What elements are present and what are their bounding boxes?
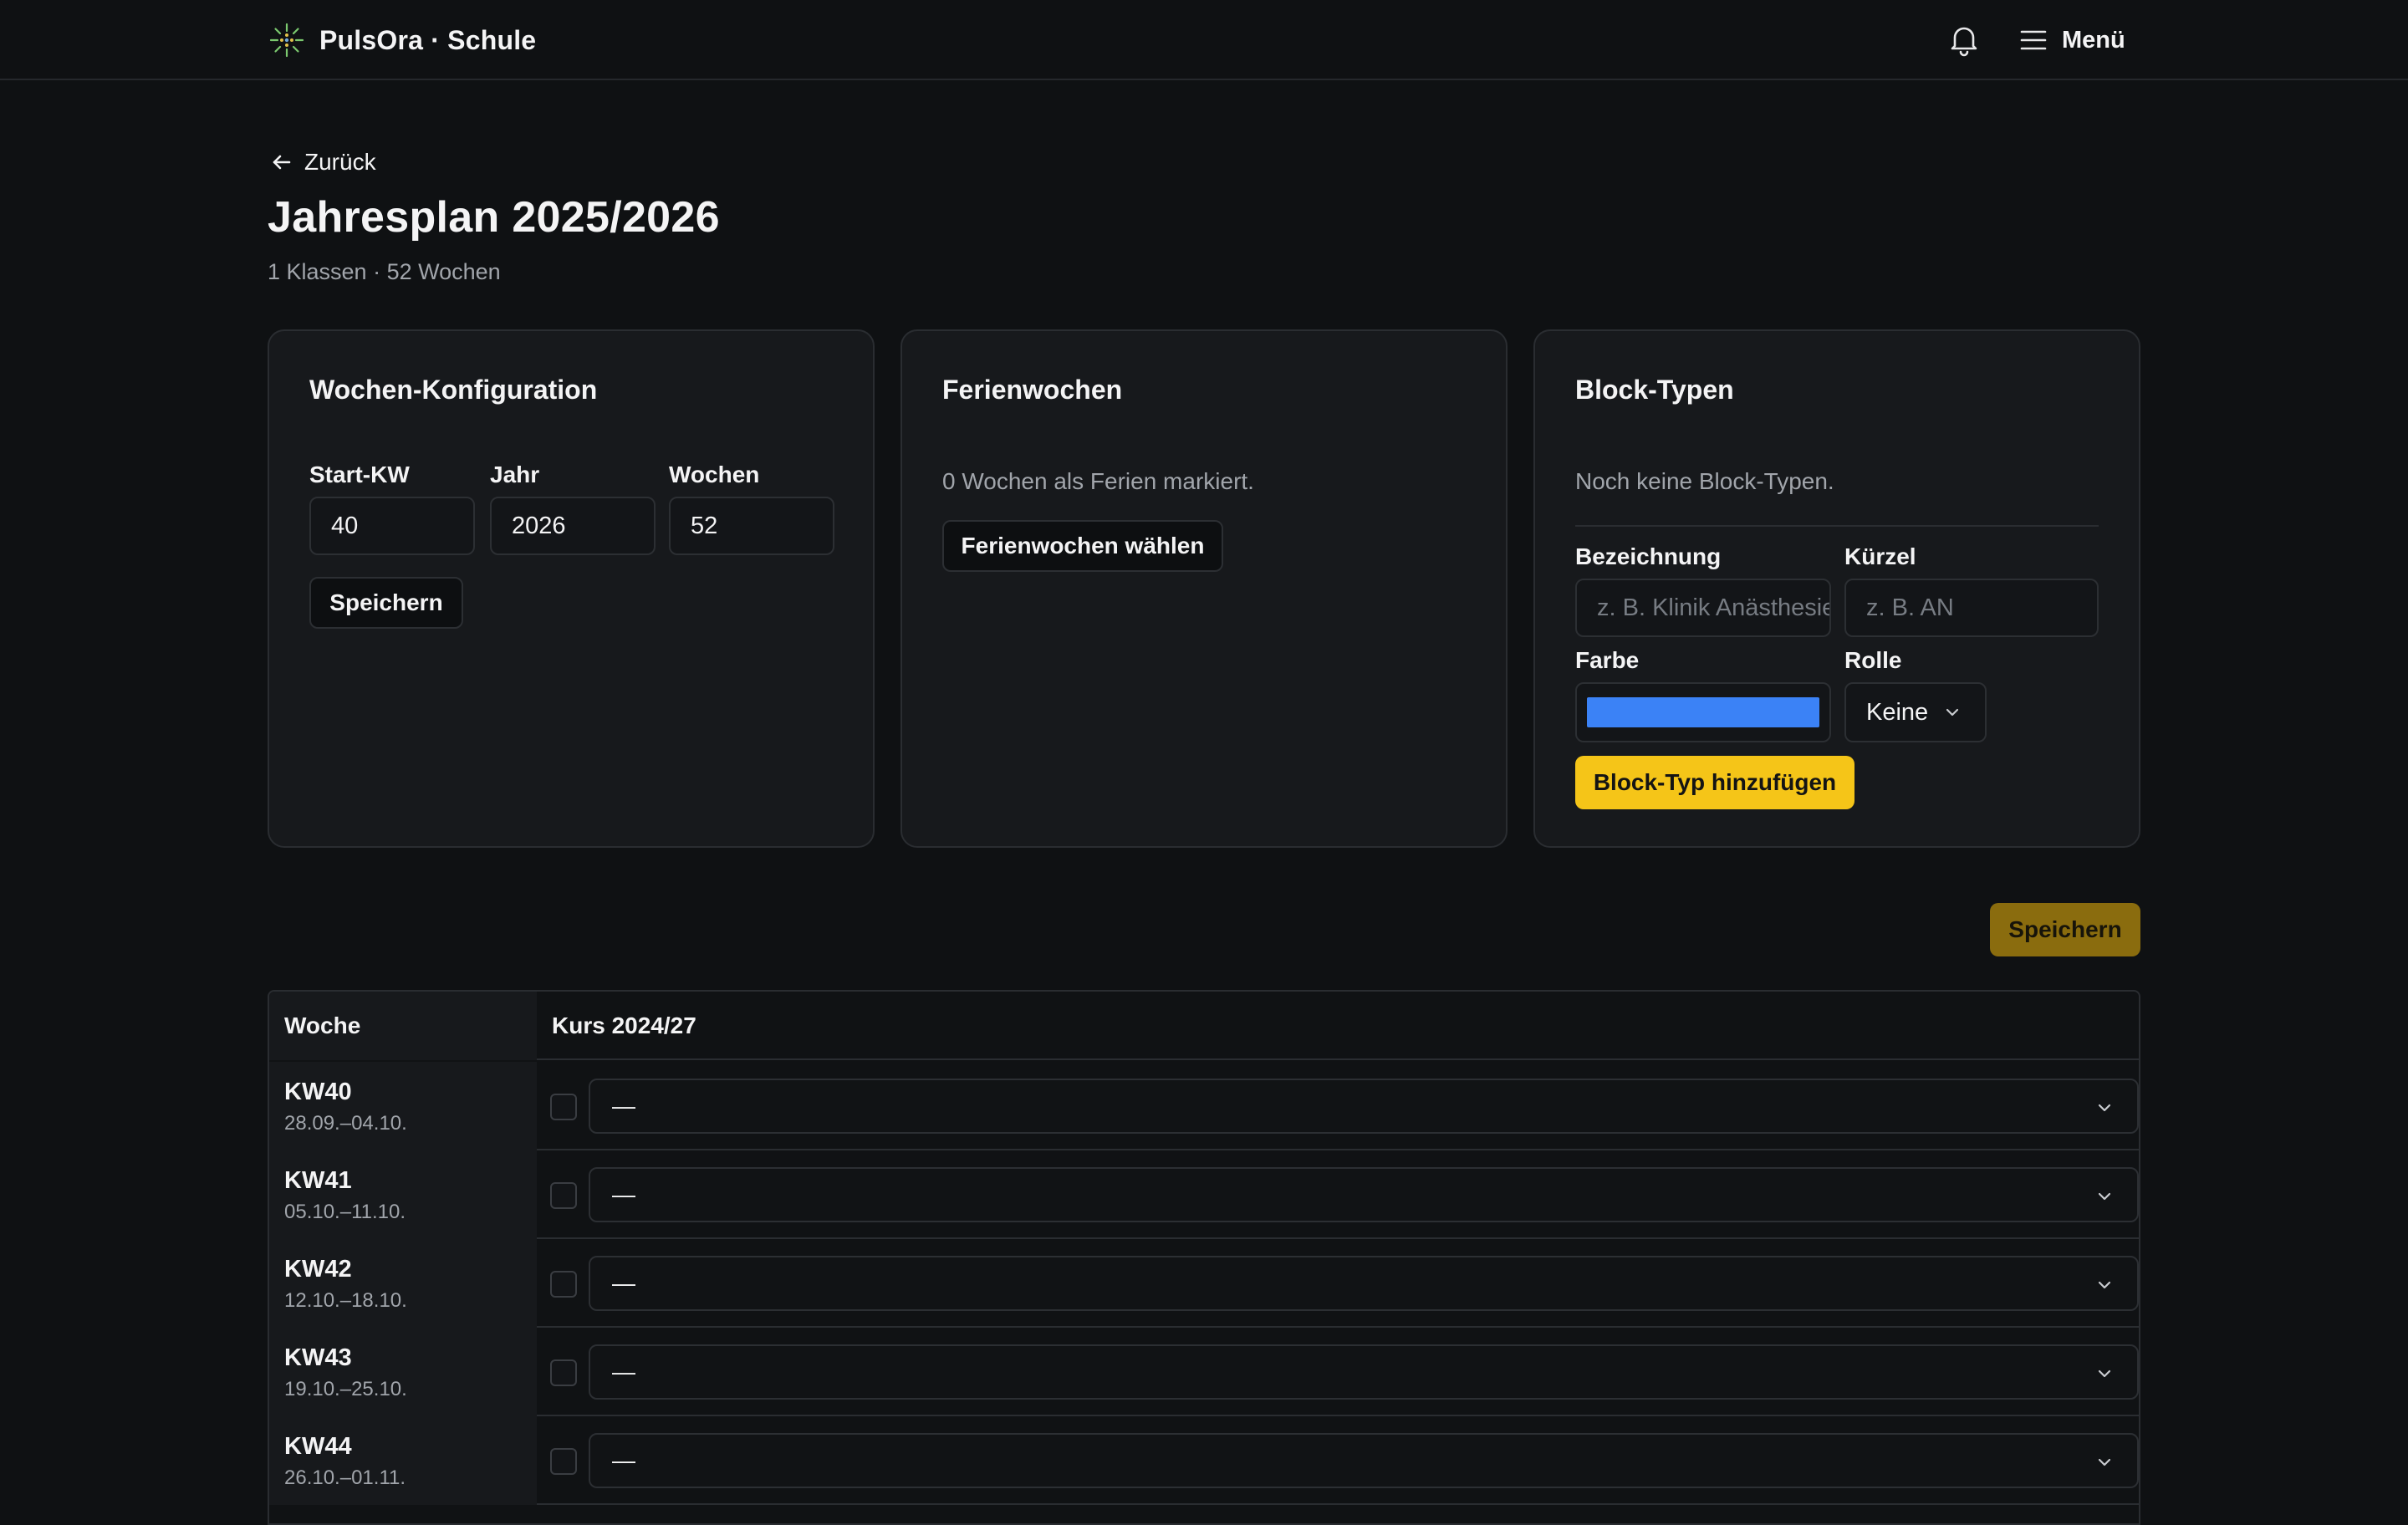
block-select[interactable]: — — [589, 1079, 2139, 1134]
add-block-type-button[interactable]: Block-Typ hinzufügen — [1575, 756, 1854, 809]
column-header-week: Woche — [269, 992, 537, 1060]
chevron-down-icon — [2098, 1281, 2111, 1289]
week-cell: KW43 19.10.–25.10. — [269, 1328, 537, 1416]
row-checkbox[interactable] — [550, 1271, 577, 1298]
page-subtitle: 1 Klassen · 52 Wochen — [268, 259, 501, 284]
role-label: Rolle — [1844, 647, 1902, 673]
table-row: KW44 26.10.–01.11. — — [269, 1416, 2139, 1505]
block-select[interactable]: — — [589, 1344, 2139, 1400]
name-label: Bezeichnung — [1575, 543, 1722, 569]
plan-table: Woche Kurs 2024/27 KW40 28.09.–04.10. — … — [268, 990, 2140, 1525]
row-checkbox[interactable] — [550, 1094, 577, 1120]
save-config-button[interactable]: Speichern — [309, 577, 463, 629]
block-types-empty: Noch keine Block-Typen. — [1575, 468, 1834, 494]
bell-icon[interactable] — [1945, 20, 1983, 59]
block-select[interactable]: — — [589, 1256, 2139, 1311]
start-week-label: Start-KW — [309, 462, 410, 487]
week-cell: KW41 05.10.–11.10. — [269, 1150, 537, 1239]
weeks-label: Wochen — [669, 462, 760, 487]
chevron-down-icon — [2098, 1458, 2111, 1466]
chevron-down-icon — [2098, 1369, 2111, 1378]
top-bar: PulsOra · Schule Menü — [0, 0, 2408, 80]
block-select[interactable]: — — [589, 1433, 2139, 1488]
back-label: Zurück — [304, 149, 376, 175]
block-select-value: — — [612, 1093, 635, 1119]
table-row: KW42 12.10.–18.10. — — [269, 1239, 2139, 1328]
week-cell: KW44 26.10.–01.11. — [269, 1416, 537, 1505]
week-dates: 12.10.–18.10. — [284, 1289, 407, 1312]
week-dates: 26.10.–01.11. — [284, 1466, 406, 1489]
hamburger-icon — [2020, 30, 2047, 50]
menu-button[interactable]: Menü — [2017, 18, 2125, 62]
block-select-value: — — [612, 1181, 635, 1207]
choose-holidays-button[interactable]: Ferienwochen wählen — [942, 520, 1223, 572]
week-config-card: Wochen-Konfiguration Start-KW Jahr Woche… — [268, 329, 875, 848]
start-week-input[interactable]: 40 — [309, 497, 475, 555]
block-select[interactable]: — — [589, 1167, 2139, 1222]
week-cell: KW42 12.10.–18.10. — [269, 1239, 537, 1328]
row-checkbox[interactable] — [550, 1448, 577, 1475]
week-dates: 05.10.–11.10. — [284, 1201, 406, 1223]
color-picker[interactable] — [1575, 682, 1831, 742]
card-title: Ferienwochen — [942, 375, 1123, 405]
save-plan-button[interactable]: Speichern — [1990, 903, 2140, 956]
year-label: Jahr — [490, 462, 540, 487]
brand-name: PulsOra · Schule — [319, 24, 537, 55]
block-select-value: — — [612, 1270, 635, 1296]
row-checkbox[interactable] — [550, 1182, 577, 1209]
table-row: KW43 19.10.–25.10. — — [269, 1328, 2139, 1416]
week-number: KW43 — [284, 1344, 352, 1371]
holidays-card: Ferienwochen 0 Wochen als Ferien markier… — [900, 329, 1508, 848]
week-dates: 19.10.–25.10. — [284, 1378, 407, 1400]
year-input[interactable]: 2026 — [490, 497, 656, 555]
role-select[interactable]: Keine — [1844, 682, 1987, 742]
card-title: Block-Typen — [1575, 375, 1734, 405]
table-header: Woche Kurs 2024/27 — [269, 992, 2139, 1060]
brand[interactable]: PulsOra · Schule — [268, 20, 536, 60]
block-select-value: — — [612, 1447, 635, 1473]
table-row: KW40 28.09.–04.10. — — [269, 1062, 2139, 1150]
short-label: Kürzel — [1844, 543, 1916, 569]
column-header-course: Kurs 2024/27 — [552, 1012, 696, 1038]
weeks-input[interactable]: 52 — [669, 497, 834, 555]
divider — [1575, 525, 2099, 527]
week-number: KW44 — [284, 1433, 352, 1460]
block-types-card: Block-Typen Noch keine Block-Typen. Beze… — [1533, 329, 2140, 848]
chevron-down-icon — [1946, 708, 1959, 717]
back-link[interactable]: Zurück — [269, 145, 376, 179]
holidays-status: 0 Wochen als Ferien markiert. — [942, 468, 1254, 494]
week-number: KW42 — [284, 1256, 352, 1283]
row-checkbox[interactable] — [550, 1359, 577, 1386]
week-dates: 28.09.–04.10. — [284, 1112, 407, 1135]
page-title: Jahresplan 2025/2026 — [268, 193, 720, 242]
arrow-left-icon — [273, 155, 291, 170]
week-number: KW41 — [284, 1167, 352, 1194]
week-cell: KW40 28.09.–04.10. — [269, 1062, 537, 1150]
card-title: Wochen-Konfiguration — [309, 375, 598, 405]
week-number: KW40 — [284, 1079, 352, 1105]
sparkle-logo-icon — [269, 23, 304, 58]
name-input[interactable]: z. B. Klinik Anästhesie — [1575, 579, 1831, 637]
table-row: KW41 05.10.–11.10. — — [269, 1150, 2139, 1239]
role-value: Keine — [1866, 698, 1929, 726]
short-input[interactable]: z. B. AN — [1844, 579, 2099, 637]
color-swatch — [1587, 697, 1819, 727]
block-select-value: — — [612, 1359, 635, 1385]
color-label: Farbe — [1575, 647, 1640, 673]
chevron-down-icon — [2098, 1104, 2111, 1112]
menu-label: Menü — [2062, 26, 2125, 54]
chevron-down-icon — [2098, 1192, 2111, 1201]
